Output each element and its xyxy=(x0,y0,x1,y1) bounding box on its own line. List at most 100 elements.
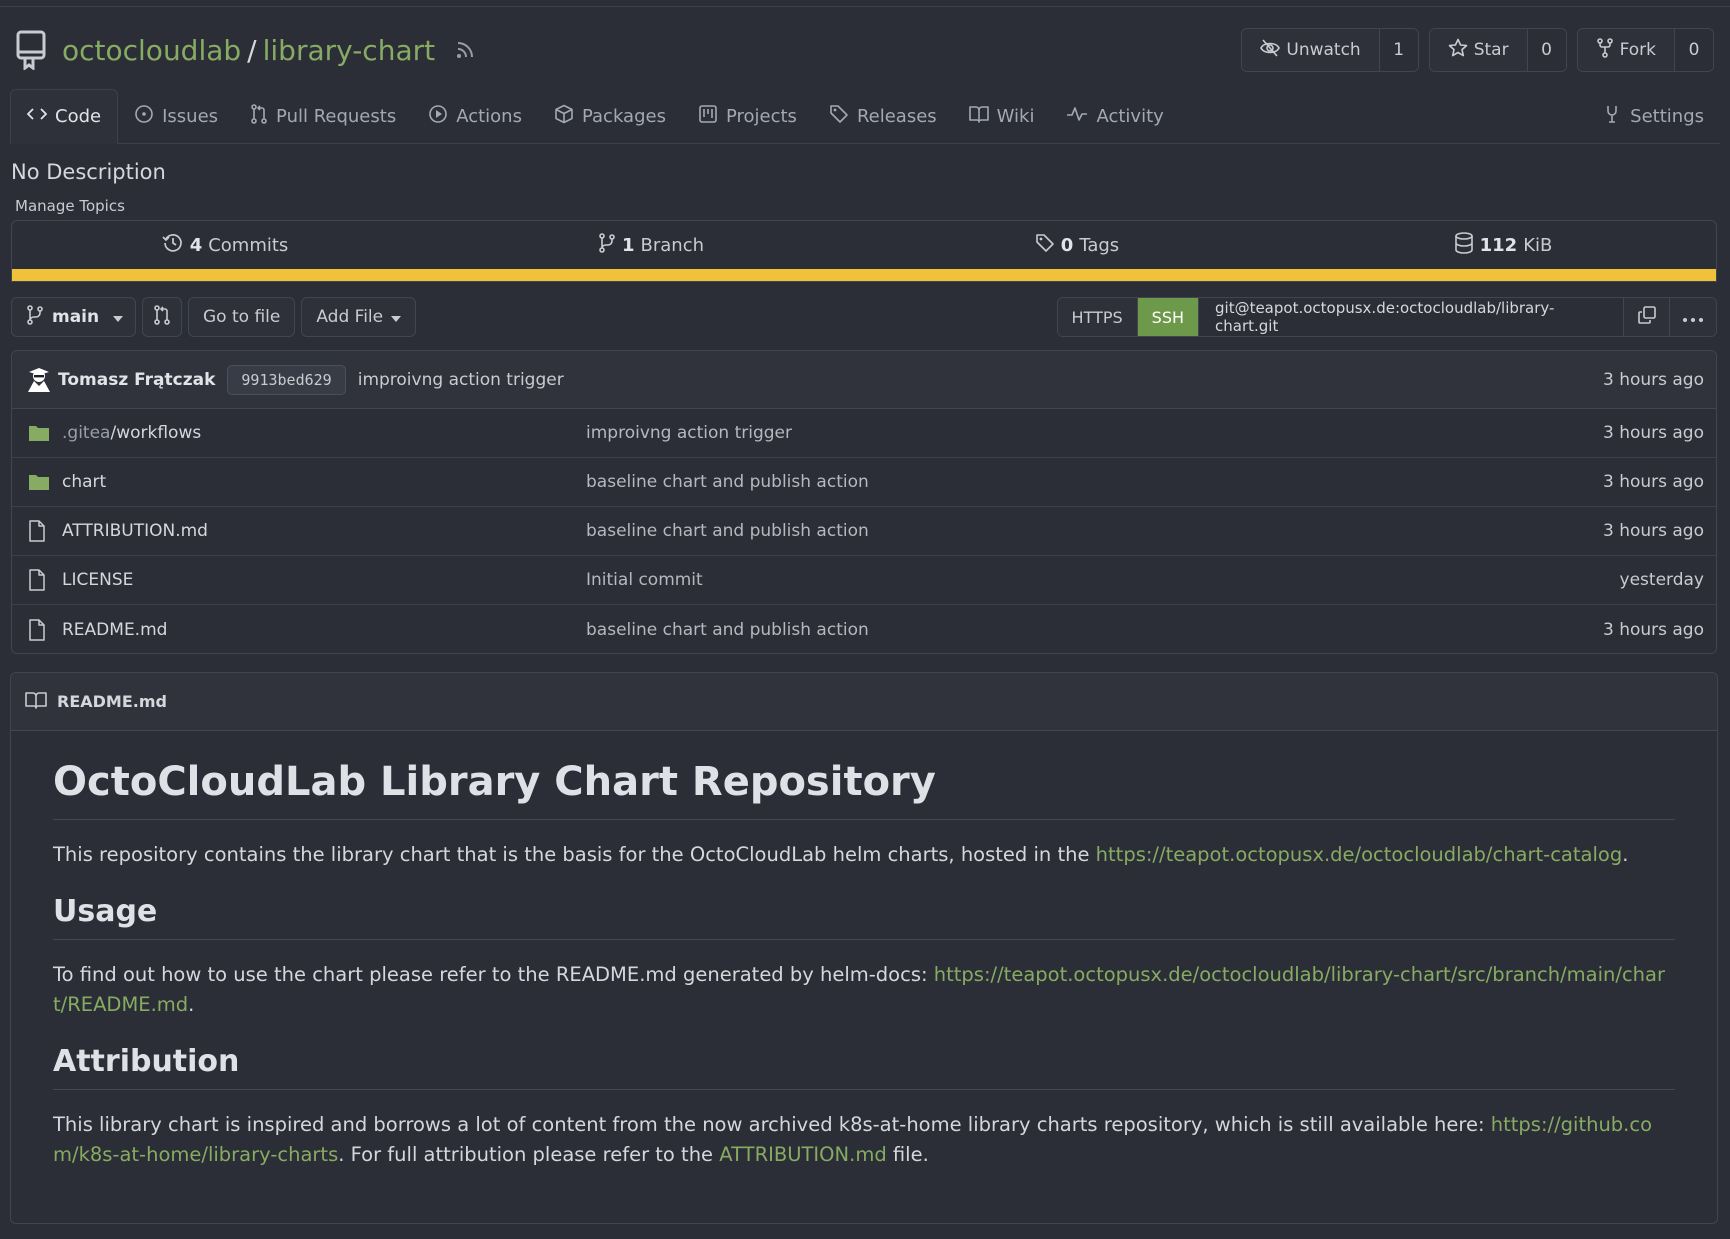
tab-label: Projects xyxy=(725,105,797,127)
branch-stat[interactable]: 1 Branch xyxy=(438,232,864,258)
attribution-heading: Attribution xyxy=(53,1044,1675,1090)
star-button[interactable]: Star xyxy=(1429,29,1528,71)
file-commit-message[interactable]: baseline chart and publish action xyxy=(586,472,869,492)
code-icon xyxy=(26,106,48,127)
file-time: 3 hours ago xyxy=(1602,521,1704,541)
tab-activity[interactable]: Activity xyxy=(1050,89,1179,143)
book-icon xyxy=(968,105,989,128)
branch-name: main xyxy=(52,307,100,327)
file-table: Tomasz Frątczak 9913bed629 improivng act… xyxy=(11,350,1717,654)
go-to-file-button[interactable]: Go to file xyxy=(188,297,296,337)
add-file-button[interactable]: Add File xyxy=(301,297,417,337)
tab-issues[interactable]: Issues xyxy=(118,89,234,143)
file-row-gitea-workflows[interactable]: .gitea/workflows improivng action trigge… xyxy=(12,409,1716,458)
file-name[interactable]: LICENSE xyxy=(62,570,586,590)
fork-count[interactable]: 0 xyxy=(1675,29,1713,71)
tab-code[interactable]: Code xyxy=(10,89,119,144)
file-name[interactable]: README.md xyxy=(62,620,586,640)
tab-label: Actions xyxy=(456,105,522,127)
watch-count[interactable]: 1 xyxy=(1379,29,1418,71)
repo-tabs: Code Issues Pull Requests Actions Packag… xyxy=(10,89,1720,144)
readme-intro-end: . xyxy=(1622,843,1629,866)
tags-count: 0 xyxy=(1060,234,1074,256)
readme-attribution-text: This library chart is inspired and borro… xyxy=(53,1113,1491,1136)
file-row-attribution[interactable]: ATTRIBUTION.md baseline chart and publis… xyxy=(12,507,1716,556)
avatar[interactable] xyxy=(24,365,54,395)
history-icon xyxy=(162,232,184,259)
commits-stat[interactable]: 4 Commits xyxy=(12,232,438,259)
ssh-button[interactable]: SSH xyxy=(1137,298,1199,336)
package-icon xyxy=(554,104,574,129)
more-button[interactable] xyxy=(1670,298,1716,336)
copy-icon xyxy=(1637,306,1656,328)
repo-title: octocloudlab / library-chart xyxy=(62,34,435,67)
project-icon xyxy=(698,104,718,129)
file-time: yesterday xyxy=(1619,570,1704,590)
star-count[interactable]: 0 xyxy=(1527,29,1566,71)
tab-pull-requests[interactable]: Pull Requests xyxy=(234,89,412,143)
commit-sha[interactable]: 9913bed629 xyxy=(227,364,346,395)
readme-header: README.md xyxy=(11,673,1717,731)
fork-label: Fork xyxy=(1619,40,1656,60)
book-icon xyxy=(25,691,47,713)
folder-icon xyxy=(28,421,52,445)
play-icon xyxy=(428,104,448,129)
file-row-chart[interactable]: chart baseline chart and publish action … xyxy=(12,458,1716,507)
tab-label: Code xyxy=(55,106,102,127)
repo-owner-link[interactable]: octocloudlab xyxy=(62,34,241,67)
repo-header: octocloudlab / library-chart Unwatch 1 S… xyxy=(14,26,1714,74)
attribution-file-link[interactable]: ATTRIBUTION.md xyxy=(719,1143,886,1166)
clone-url-field[interactable]: git@teapot.octopusx.de:octocloudlab/libr… xyxy=(1199,298,1624,336)
tab-settings[interactable]: Settings xyxy=(1586,89,1720,143)
commits-count: 4 xyxy=(189,234,203,256)
commit-message[interactable]: improivng action trigger xyxy=(358,370,564,390)
tag-icon xyxy=(829,104,849,129)
latest-commit-row: Tomasz Frątczak 9913bed629 improivng act… xyxy=(12,351,1716,409)
file-row-readme[interactable]: README.md baseline chart and publish act… xyxy=(12,605,1716,653)
compare-button[interactable] xyxy=(142,297,182,337)
folder-icon xyxy=(28,470,52,494)
file-commit-message[interactable]: improivng action trigger xyxy=(586,423,792,443)
language-bar[interactable] xyxy=(12,269,1716,281)
tab-releases[interactable]: Releases xyxy=(813,89,953,143)
fork-button[interactable]: Fork xyxy=(1577,29,1675,71)
copy-button[interactable] xyxy=(1624,298,1670,336)
tab-wiki[interactable]: Wiki xyxy=(953,89,1051,143)
unwatch-button[interactable]: Unwatch xyxy=(1242,29,1380,71)
rss-icon[interactable] xyxy=(455,40,475,60)
file-commit-message[interactable]: baseline chart and publish action xyxy=(586,521,869,541)
unwatch-label: Unwatch xyxy=(1286,40,1361,60)
branch-selector[interactable]: main xyxy=(11,297,136,337)
caret-down-icon xyxy=(391,307,402,327)
tags-stat[interactable]: 0 Tags xyxy=(864,233,1290,258)
file-commit-message[interactable]: baseline chart and publish action xyxy=(586,620,869,640)
readme-usage: To find out how to use the chart please … xyxy=(53,960,1675,1020)
tab-projects[interactable]: Projects xyxy=(682,89,813,143)
file-time: 3 hours ago xyxy=(1602,423,1704,443)
tab-label: Releases xyxy=(856,105,937,127)
tab-label: Issues xyxy=(162,105,219,127)
repo-name-link[interactable]: library-chart xyxy=(263,34,435,67)
readme-usage-text: To find out how to use the chart please … xyxy=(53,963,934,986)
file-name[interactable]: .gitea/workflows xyxy=(62,423,586,443)
https-button[interactable]: HTTPS xyxy=(1057,298,1138,336)
compare-icon xyxy=(153,304,171,330)
file-row-license[interactable]: LICENSE Initial commit yesterday xyxy=(12,556,1716,605)
file-icon xyxy=(28,618,52,642)
tab-actions[interactable]: Actions xyxy=(412,89,538,143)
size-unit: KiB xyxy=(1523,234,1553,256)
chart-catalog-link[interactable]: https://teapot.octopusx.de/octocloudlab/… xyxy=(1096,843,1623,866)
manage-topics-link[interactable]: Manage Topics xyxy=(15,197,125,215)
branch-count: 1 xyxy=(621,234,635,256)
readme-title: OctoCloudLab Library Chart Repository xyxy=(53,759,1675,820)
pull-request-icon xyxy=(250,103,268,129)
tab-packages[interactable]: Packages xyxy=(538,89,682,143)
file-name[interactable]: ATTRIBUTION.md xyxy=(62,521,586,541)
file-commit-message[interactable]: Initial commit xyxy=(586,570,703,590)
commit-time: 3 hours ago xyxy=(1602,369,1704,390)
usage-heading: Usage xyxy=(53,894,1675,940)
commit-author[interactable]: Tomasz Frątczak xyxy=(58,370,215,390)
file-name[interactable]: chart xyxy=(62,472,586,492)
readme-filename[interactable]: README.md xyxy=(57,692,167,711)
size-value: 112 xyxy=(1479,234,1518,256)
